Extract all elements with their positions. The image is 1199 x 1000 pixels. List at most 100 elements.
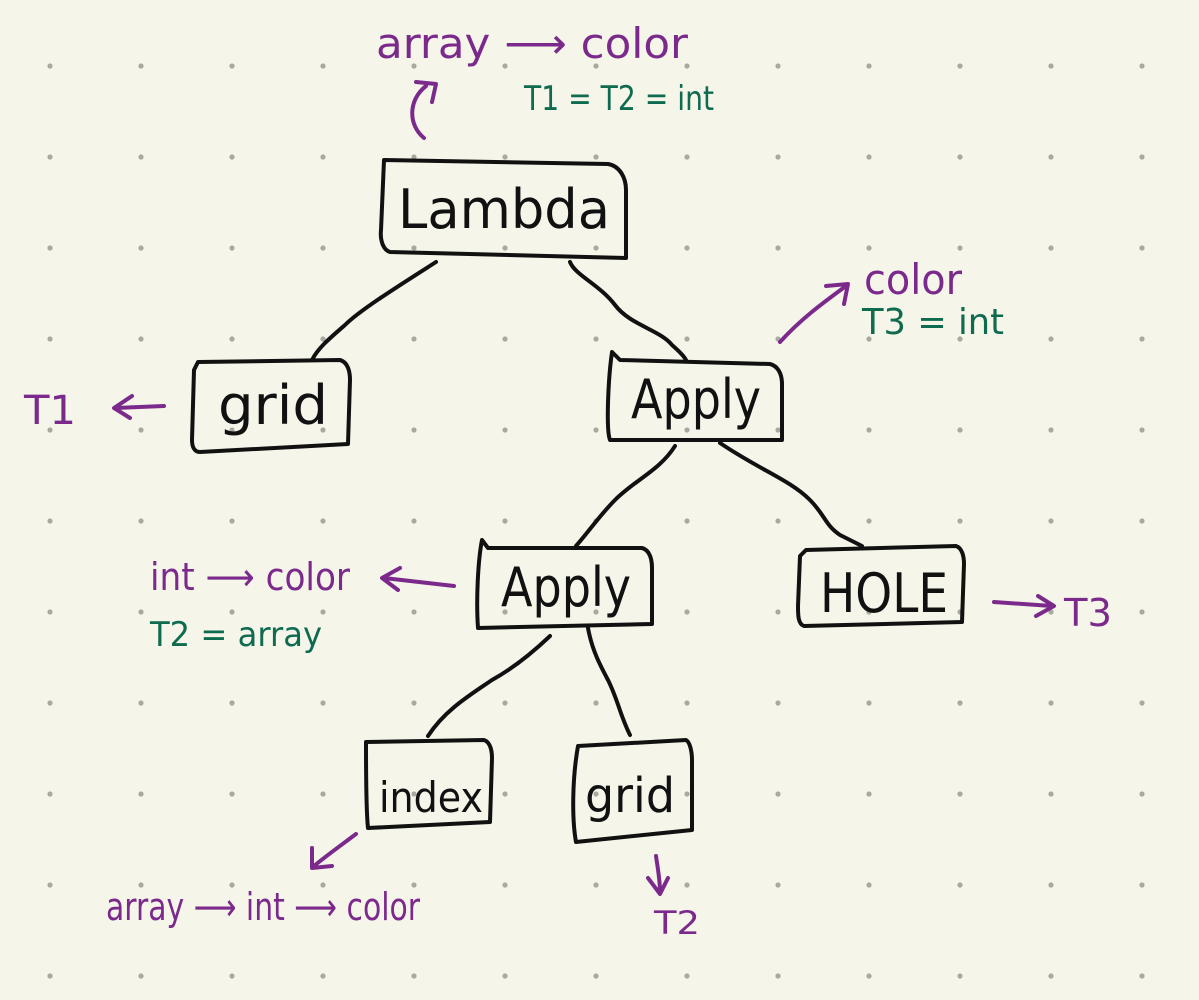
grid-dot <box>411 700 417 706</box>
grid-dot <box>775 518 781 524</box>
grid-dot <box>229 973 235 979</box>
grid-dot <box>1139 336 1145 342</box>
grid-dot <box>320 609 326 615</box>
grid-dot <box>229 609 235 615</box>
grid-dot <box>411 518 417 524</box>
grid-dot <box>320 154 326 160</box>
grid-dot <box>320 245 326 251</box>
grid-bottom-down-arrow <box>646 854 670 896</box>
grid-dot <box>593 154 599 160</box>
grid-dot <box>1139 882 1145 888</box>
grid-dot <box>775 245 781 251</box>
grid-dot <box>684 700 690 706</box>
grid-dot <box>866 154 872 160</box>
grid-dot <box>684 882 690 888</box>
apply-mid-left-arrow <box>380 566 456 592</box>
grid-dot <box>957 154 963 160</box>
edge-apply-grid <box>586 626 632 737</box>
grid-dot <box>593 427 599 433</box>
apply-top-node-label: Apply <box>631 368 761 431</box>
lambda-constraint-annotation: T1 = T2 = int <box>523 79 714 119</box>
type-inference-tree-diagram: Lambda grid Apply Apply HOLE index grid … <box>23 19 1145 979</box>
grid-dot <box>502 427 508 433</box>
grid-bottom-type-annotation: T2 <box>653 904 700 942</box>
apply-mid-node-label: Apply <box>501 556 631 619</box>
grid-dot <box>775 700 781 706</box>
grid-dot <box>411 609 417 615</box>
grid-dot <box>502 336 508 342</box>
grid-dot <box>229 336 235 342</box>
grid-dot <box>866 245 872 251</box>
grid-dot <box>866 427 872 433</box>
grid-dot <box>1048 973 1054 979</box>
lambda-type-annotation: array ⟶ color <box>376 19 689 68</box>
grid-dot <box>411 245 417 251</box>
grid-dot <box>866 791 872 797</box>
grid-dot <box>684 791 690 797</box>
edge-lambda-apply <box>568 260 688 362</box>
grid-dot <box>320 63 326 69</box>
grid-dot <box>1139 791 1145 797</box>
index-down-arrow <box>310 832 358 870</box>
grid-dot <box>502 791 508 797</box>
grid-dot <box>320 791 326 797</box>
grid-dot <box>1048 700 1054 706</box>
grid-dot <box>138 973 144 979</box>
grid-dot <box>138 63 144 69</box>
grid-dot <box>866 63 872 69</box>
grid-dot <box>229 63 235 69</box>
apply-top-up-arrow <box>778 282 850 344</box>
grid-dot <box>138 245 144 251</box>
grid-dot <box>411 336 417 342</box>
grid-dot <box>320 518 326 524</box>
grid-dot <box>502 154 508 160</box>
grid-dot <box>1139 973 1145 979</box>
grid-dot <box>684 518 690 524</box>
grid-dot <box>502 882 508 888</box>
grid-dot <box>320 973 326 979</box>
grid-dot <box>1139 609 1145 615</box>
grid-dot <box>775 882 781 888</box>
grid-dot <box>1048 63 1054 69</box>
grid-dot <box>775 63 781 69</box>
grid-dot <box>775 609 781 615</box>
grid-dot <box>1048 518 1054 524</box>
grid-dot <box>1139 154 1145 160</box>
grid-dot <box>47 791 53 797</box>
grid-dot <box>684 154 690 160</box>
grid-dot <box>47 609 53 615</box>
grid-dot <box>775 973 781 979</box>
index-type-annotation: array ⟶ int ⟶ color <box>106 885 420 929</box>
grid-dot <box>1048 245 1054 251</box>
edge-apply-apply <box>574 444 677 548</box>
apply-top-type-annotation: color <box>864 255 963 304</box>
annotation-texts: array ⟶ color T1 = T2 = int T1 color T3 … <box>23 19 1112 942</box>
grid-dot <box>138 791 144 797</box>
grid-dot <box>957 427 963 433</box>
grid-dot <box>957 63 963 69</box>
grid-dot <box>229 791 235 797</box>
grid-dot <box>957 518 963 524</box>
lambda-up-arrow <box>410 84 428 140</box>
grid-dot <box>229 245 235 251</box>
grid-dot <box>957 700 963 706</box>
edge-apply-hole <box>718 441 864 548</box>
grid-dot <box>593 882 599 888</box>
grid-dot <box>775 154 781 160</box>
grid-dot <box>138 700 144 706</box>
grid-dot <box>229 154 235 160</box>
apply-top-constraint-annotation: T3 = int <box>861 302 1004 343</box>
apply-mid-constraint-annotation: T2 = array <box>149 615 322 655</box>
grid-dot <box>138 427 144 433</box>
node-boxes <box>190 158 966 844</box>
grid-dot <box>1139 700 1145 706</box>
grid-dot <box>1048 154 1054 160</box>
grid-dot <box>957 973 963 979</box>
grid-dot <box>1139 63 1145 69</box>
grid-dot <box>47 700 53 706</box>
grid-dot <box>684 336 690 342</box>
grid-dot <box>320 700 326 706</box>
grid-dot <box>775 427 781 433</box>
grid-dot <box>1048 336 1054 342</box>
grid-dot <box>411 427 417 433</box>
